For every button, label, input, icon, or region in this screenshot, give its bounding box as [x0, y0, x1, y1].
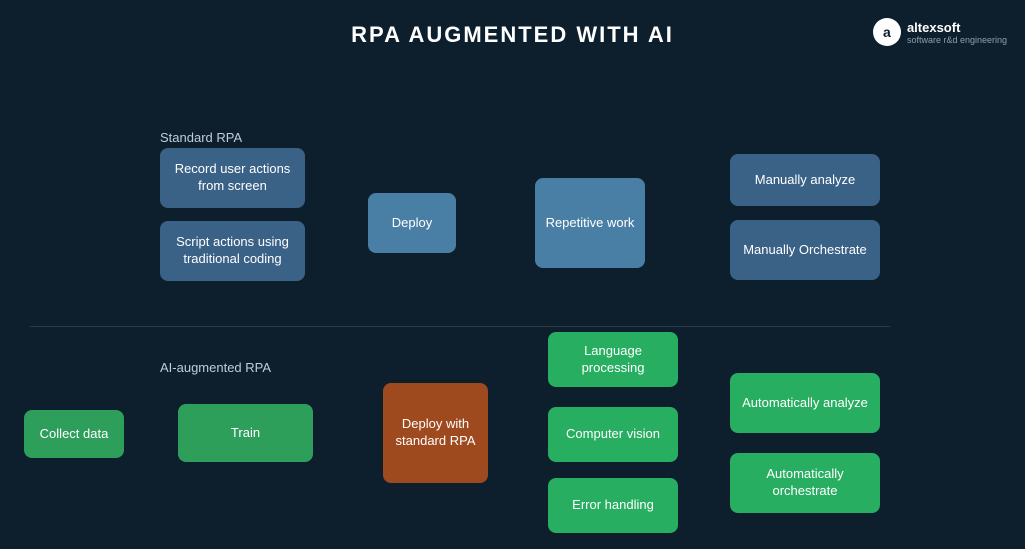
standard-rpa-label: Standard RPA — [160, 130, 242, 145]
page-title: RPA AUGMENTED WITH AI — [0, 0, 1025, 58]
manually-orchestrate-box: Manually Orchestrate — [730, 220, 880, 280]
deploy-standard-box: Deploy with standard RPA — [383, 383, 488, 483]
main-container: RPA AUGMENTED WITH AI — [0, 0, 1025, 58]
record-actions-box: Record user actions from screen — [160, 148, 305, 208]
deploy-box: Deploy — [368, 193, 456, 253]
computer-vision-box: Computer vision — [548, 407, 678, 462]
language-processing-box: Language processing — [548, 332, 678, 387]
manually-analyze-box: Manually analyze — [730, 154, 880, 206]
logo-text: altexsoft software r&d engineering — [907, 20, 1007, 45]
section-divider — [30, 326, 890, 327]
train-box: Train — [178, 404, 313, 462]
ai-rpa-label: AI-augmented RPA — [160, 360, 271, 375]
repetitive-work-box: Repetitive work — [535, 178, 645, 268]
auto-orchestrate-box: Automatically orchestrate — [730, 453, 880, 513]
auto-analyze-box: Automatically analyze — [730, 373, 880, 433]
script-actions-box: Script actions using traditional coding — [160, 221, 305, 281]
logo-area: a altexsoft software r&d engineering — [873, 18, 1007, 46]
error-handling-box: Error handling — [548, 478, 678, 533]
logo-icon: a — [873, 18, 901, 46]
collect-data-box: Collect data — [24, 410, 124, 458]
